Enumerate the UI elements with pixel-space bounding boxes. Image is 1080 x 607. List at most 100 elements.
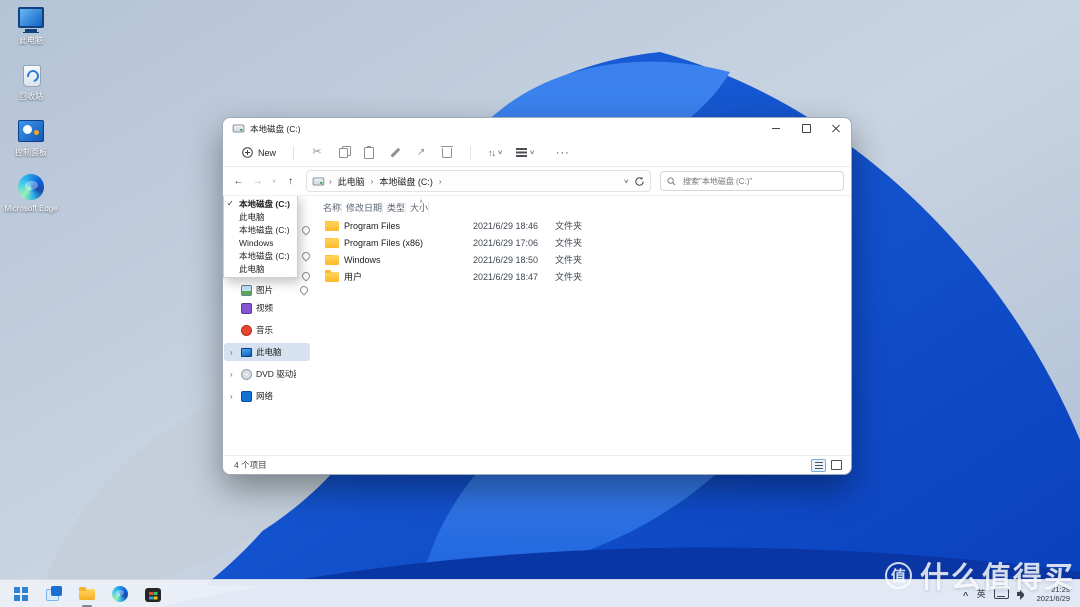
nav-item[interactable]: › DVD 驱动器 (D:) CP	[224, 365, 310, 383]
history-dropdown-item[interactable]: ✓ Windows	[224, 236, 297, 249]
forward-button[interactable]: →	[249, 173, 266, 190]
tray-time: 21:29	[1051, 584, 1070, 594]
file-date-modified: 2021/6/29 18:46	[473, 220, 539, 231]
desktop-icon-image	[16, 60, 46, 90]
file-date-modified: 2021/6/29 18:50	[473, 254, 539, 265]
expander-chevron-icon[interactable]: ›	[230, 370, 237, 379]
nav-item-label: 音乐	[256, 325, 274, 335]
file-type: 文件夹	[555, 221, 583, 231]
column-header[interactable]: 修改日期	[342, 202, 384, 215]
folder-icon	[325, 254, 339, 265]
breadcrumb-segment[interactable]: 本地磁盘 (C:)	[377, 174, 435, 189]
refresh-button[interactable]	[634, 176, 645, 187]
rename-button[interactable]	[382, 147, 408, 158]
chevron-down-icon: ∨	[529, 150, 536, 156]
details-view-button[interactable]	[811, 458, 826, 472]
nav-item[interactable]: › 网络	[224, 387, 310, 405]
item-count: 4 个项目	[234, 460, 267, 470]
history-dropdown-item[interactable]: ✓ 本地磁盘 (C:)	[224, 249, 297, 262]
nav-item[interactable]: › 此电脑	[224, 343, 310, 361]
file-type: 文件夹	[555, 238, 583, 248]
maximize-button[interactable]	[791, 118, 821, 139]
desktop-icon-label: Microsoft Edge	[4, 204, 58, 213]
taskbar-button[interactable]	[108, 582, 132, 606]
nav-item-icon	[241, 302, 252, 314]
desktop-icon[interactable]: 回收站	[0, 60, 62, 113]
taskbar-button[interactable]	[42, 582, 66, 606]
column-header[interactable]: 大小	[406, 202, 430, 215]
table-row[interactable]: Program Files 2021/6/29 18:46 文件夹	[319, 217, 851, 234]
file-name: 用户	[344, 272, 363, 282]
see-more-button[interactable]: ···	[556, 147, 570, 159]
new-button-label: New	[258, 147, 277, 158]
recent-locations-button[interactable]: ∨	[268, 173, 280, 190]
large-thumbnails-view-button[interactable]	[829, 459, 844, 472]
address-history-dropdown: ✓ 本地磁盘 (C:) ✓ 此电脑 ✓ 本地磁盘 (C:) ✓	[223, 196, 298, 278]
address-dropdown-chevron-icon[interactable]: ∨	[623, 178, 629, 185]
desktop-icon[interactable]: Microsoft Edge	[0, 172, 62, 225]
thumbnails-view-icon	[831, 460, 842, 470]
hidden-icons-chevron-icon[interactable]: ∧	[962, 590, 970, 598]
minimize-button[interactable]	[761, 118, 791, 139]
taskbar-button[interactable]	[141, 582, 165, 606]
pin-icon	[300, 250, 312, 262]
new-button[interactable]: New	[235, 144, 283, 161]
desktop-icon-label: 此电脑	[19, 36, 43, 45]
breadcrumb-segment[interactable]: 此电脑	[336, 174, 367, 189]
file-name: Program Files	[344, 220, 401, 231]
table-row[interactable]: 用户 2021/6/29 18:47 文件夹	[319, 268, 851, 285]
column-header[interactable]: 名称	[319, 202, 343, 215]
title-bar[interactable]: 本地磁盘 (C:)	[223, 118, 851, 139]
taskbar-button[interactable]	[9, 582, 33, 606]
close-button[interactable]	[821, 118, 851, 139]
details-view-icon	[814, 461, 823, 463]
history-dropdown-item[interactable]: ✓ 本地磁盘 (C:)	[224, 223, 297, 236]
toolbar-divider	[470, 145, 472, 160]
cut-button[interactable]: ✂	[304, 147, 330, 158]
view-button[interactable]: ∨	[509, 148, 541, 156]
history-dropdown-item[interactable]: ✓ 本地磁盘 (C:)	[224, 197, 297, 210]
column-header[interactable]: 类型	[383, 202, 407, 215]
share-button[interactable]: ↗	[408, 147, 434, 158]
desktop-icon[interactable]: 控制面板	[0, 116, 62, 169]
copy-button[interactable]	[330, 145, 356, 158]
up-button[interactable]: ↑	[282, 173, 299, 190]
table-row[interactable]: Program Files (x86) 2021/6/29 17:06 文件夹	[319, 234, 851, 251]
breadcrumb-chevron-icon: ›	[329, 176, 332, 186]
sort-button[interactable]: ↑↓ ∨	[481, 148, 509, 158]
taskbar-button[interactable]	[75, 582, 99, 607]
search-box[interactable]	[660, 171, 844, 191]
ime-language-indicator[interactable]: 英	[977, 587, 986, 600]
address-bar: ← → ∨ ↑ › 此电脑 › 本地磁盘 (C:) › ∨	[223, 167, 851, 196]
breadcrumb-chevron-icon[interactable]: ›	[371, 177, 374, 186]
search-input[interactable]	[681, 175, 837, 187]
desktop-icon-image	[16, 116, 46, 146]
nav-item[interactable]: › 音乐	[224, 321, 310, 339]
touch-keyboard-icon[interactable]	[993, 588, 1009, 599]
expander-chevron-icon[interactable]: ›	[230, 348, 237, 357]
clock[interactable]: 21:29 2021/6/29	[1037, 585, 1070, 603]
back-button[interactable]: ←	[230, 173, 247, 190]
nav-item[interactable]: › 视频	[224, 299, 310, 317]
paste-button[interactable]	[356, 145, 382, 159]
history-dropdown-item[interactable]: ✓ 此电脑	[224, 210, 297, 223]
delete-button[interactable]	[434, 145, 460, 158]
expander-chevron-icon[interactable]: ›	[230, 392, 237, 401]
history-item-label: 本地磁盘 (C:)	[239, 224, 290, 235]
check-icon: ✓	[227, 199, 234, 208]
desktop-icon[interactable]: 此电脑	[0, 4, 62, 57]
command-bar: New ✂ ↗ ↑↓ ∨ ∨ ···	[223, 139, 851, 167]
table-row[interactable]: Windows 2021/6/29 18:50 文件夹	[319, 251, 851, 268]
file-date-modified: 2021/6/29 17:06	[473, 237, 539, 248]
folder-icon	[325, 270, 339, 282]
taskbar-button-icon	[144, 585, 162, 603]
history-dropdown-item[interactable]: ✓ 此电脑	[224, 262, 297, 275]
breadcrumb-chevron-icon[interactable]: ›	[439, 177, 442, 186]
folder-icon	[325, 237, 339, 248]
speaker-icon[interactable]	[1016, 589, 1029, 600]
nav-item-label: 此电脑	[256, 347, 282, 357]
nav-item[interactable]: › 图片	[224, 281, 310, 299]
status-bar: 4 个项目	[223, 455, 851, 474]
paste-icon	[364, 145, 375, 159]
breadcrumb[interactable]: › 此电脑 › 本地磁盘 (C:) › ∨	[306, 170, 651, 192]
